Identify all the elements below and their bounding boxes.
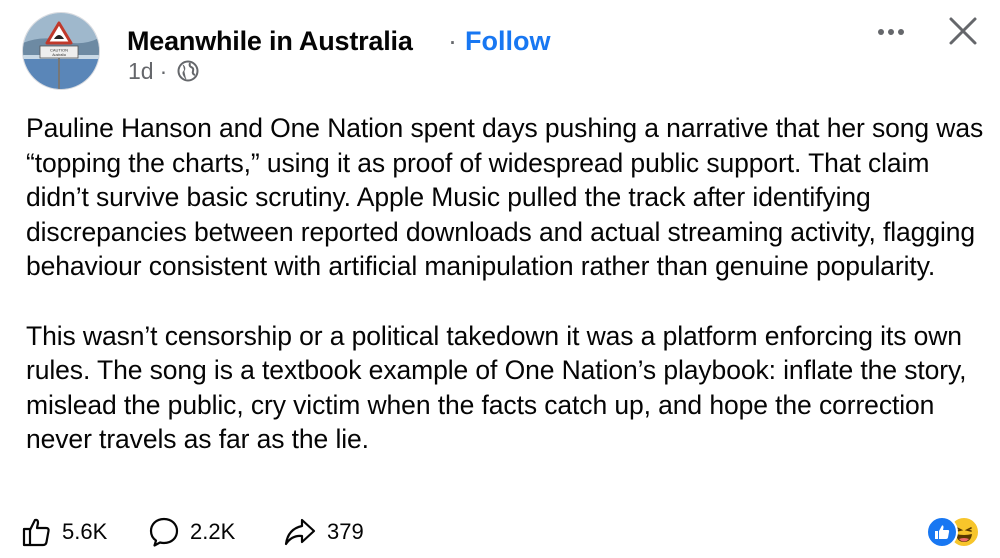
reaction-summary[interactable]	[926, 516, 984, 552]
more-icon[interactable]	[874, 20, 908, 44]
page-avatar[interactable]: CAUTION Australia	[22, 12, 100, 90]
follow-button[interactable]: Follow	[465, 26, 550, 57]
post-meta: 1d ·	[128, 58, 199, 84]
meta-separator: ·	[159, 57, 168, 84]
like-count: 5.6K	[62, 519, 108, 544]
page-name[interactable]: Meanwhile in Australia	[127, 26, 413, 57]
share-count: 379	[327, 519, 364, 544]
post-text: Pauline Hanson and One Nation spent days…	[26, 111, 986, 457]
comment-bubble-icon	[149, 517, 179, 547]
post-timestamp[interactable]: 1d	[128, 58, 154, 85]
comment-count: 2.2K	[190, 519, 236, 544]
post-header: CAUTION Australia Meanwhile in Australia…	[0, 0, 1000, 100]
like-button[interactable]: 5.6K	[20, 512, 107, 552]
share-arrow-icon	[284, 518, 316, 546]
avatar-image: CAUTION Australia	[23, 13, 99, 89]
globe-icon[interactable]	[177, 60, 199, 82]
comment-button[interactable]: 2.2K	[148, 512, 235, 552]
svg-text:Australia: Australia	[52, 53, 66, 57]
post-paragraph: This wasn’t censorship or a political ta…	[26, 320, 967, 455]
close-icon[interactable]	[946, 14, 980, 48]
like-reaction-icon	[926, 516, 958, 548]
post-paragraph: Pauline Hanson and One Nation spent days…	[26, 113, 984, 282]
share-button[interactable]: 379	[283, 512, 364, 552]
svg-text:CAUTION: CAUTION	[50, 48, 68, 53]
thumbs-up-icon	[22, 518, 50, 547]
post-actions: 5.6K 2.2K 379	[0, 508, 1000, 556]
name-separator: ·	[448, 26, 457, 56]
